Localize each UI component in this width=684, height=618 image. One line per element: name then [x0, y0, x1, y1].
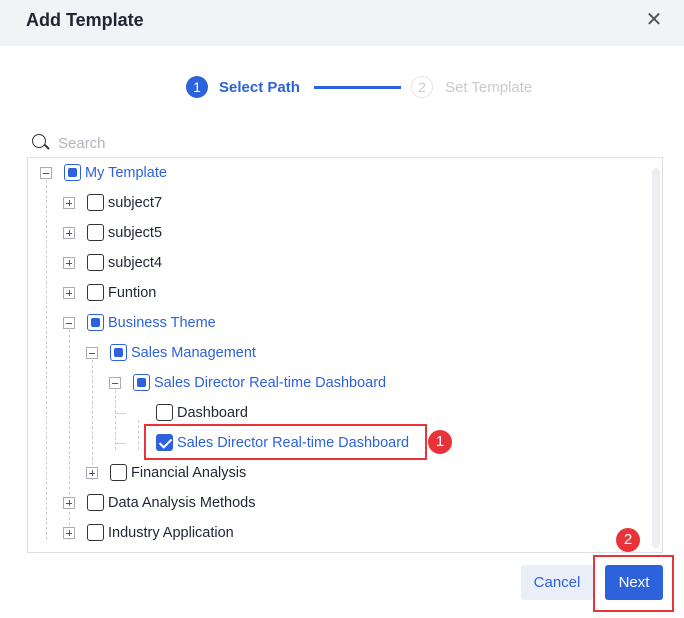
tree-checkbox[interactable] — [156, 404, 173, 421]
tree-node[interactable]: Financial Analysis — [28, 461, 648, 485]
tree-checkbox[interactable] — [87, 494, 104, 511]
tree-node[interactable]: Sales Director Real-time Dashboard — [28, 371, 648, 395]
dialog-title: Add Template — [26, 10, 144, 30]
tree-checkbox[interactable] — [133, 374, 150, 391]
scrollbar[interactable] — [652, 168, 660, 548]
dialog-header: Add Template ✕ — [0, 0, 684, 46]
expand-icon[interactable] — [63, 257, 75, 269]
tree-guide-line — [116, 443, 126, 444]
tree-node-label[interactable]: Industry Application — [108, 525, 234, 541]
tree-node-label[interactable]: Financial Analysis — [131, 465, 246, 481]
tree-node-label[interactable]: Dashboard — [177, 405, 248, 421]
collapse-icon[interactable] — [86, 347, 98, 359]
tree-node-label[interactable]: Business Theme — [108, 315, 216, 331]
close-icon[interactable]: ✕ — [644, 10, 664, 30]
tree-node-label[interactable]: My Template — [85, 165, 167, 181]
tree-node-label[interactable]: Sales Management — [131, 345, 256, 361]
collapse-icon[interactable] — [40, 167, 52, 179]
tree-checkbox[interactable] — [64, 164, 81, 181]
tree-node-label[interactable]: Sales Director Real-time Dashboard — [154, 375, 386, 391]
tree-checkbox[interactable] — [110, 464, 127, 481]
expand-icon[interactable] — [63, 527, 75, 539]
expand-icon[interactable] — [63, 287, 75, 299]
tree-checkbox[interactable] — [87, 224, 104, 241]
tree-node[interactable]: My Template — [28, 161, 648, 185]
tree-checkbox[interactable] — [87, 254, 104, 271]
tree-node[interactable]: subject5 — [28, 221, 648, 245]
annotation-badge-1: 1 — [428, 430, 452, 454]
tree-node-label[interactable]: Funtion — [108, 285, 156, 301]
highlight-selected-item — [144, 424, 427, 460]
tree-node[interactable]: Dashboard — [28, 401, 648, 425]
search-input[interactable] — [58, 133, 358, 153]
tree-guide-line — [116, 413, 126, 414]
cancel-button[interactable]: Cancel — [521, 565, 593, 600]
tree-node[interactable]: subject4 — [28, 251, 648, 275]
tree-checkbox[interactable] — [110, 344, 127, 361]
step-2-number: 2 — [411, 76, 433, 98]
tree-node-label[interactable]: Data Analysis Methods — [108, 495, 256, 511]
tree-node-label[interactable]: subject5 — [108, 225, 162, 241]
tree-checkbox[interactable] — [87, 524, 104, 541]
search-icon — [32, 134, 46, 148]
collapse-icon[interactable] — [63, 317, 75, 329]
highlight-next-button — [593, 555, 674, 612]
tree-node[interactable]: Business Theme — [28, 311, 648, 335]
tree-checkbox[interactable] — [87, 284, 104, 301]
expand-icon[interactable] — [86, 467, 98, 479]
template-tree: My Template subject7 subject5 subject4 Funti… — [27, 157, 663, 553]
tree-node-label[interactable]: subject7 — [108, 195, 162, 211]
tree-checkbox[interactable] — [87, 194, 104, 211]
step-1-number: 1 — [186, 76, 208, 98]
expand-icon[interactable] — [63, 497, 75, 509]
tree-node[interactable]: subject7 — [28, 191, 648, 215]
annotation-badge-2: 2 — [616, 528, 640, 552]
tree-node[interactable]: Funtion — [28, 281, 648, 305]
step-1-label: Select Path — [219, 79, 300, 96]
tree-checkbox[interactable] — [87, 314, 104, 331]
step-connector — [314, 86, 401, 89]
step-2-label: Set Template — [445, 79, 533, 96]
tree-node[interactable]: Industry Application — [28, 521, 648, 545]
tree-node[interactable]: Sales Management — [28, 341, 648, 365]
collapse-icon[interactable] — [109, 377, 121, 389]
expand-icon[interactable] — [63, 197, 75, 209]
expand-icon[interactable] — [63, 227, 75, 239]
tree-node-label[interactable]: subject4 — [108, 255, 162, 271]
tree-node[interactable]: Data Analysis Methods — [28, 491, 648, 515]
